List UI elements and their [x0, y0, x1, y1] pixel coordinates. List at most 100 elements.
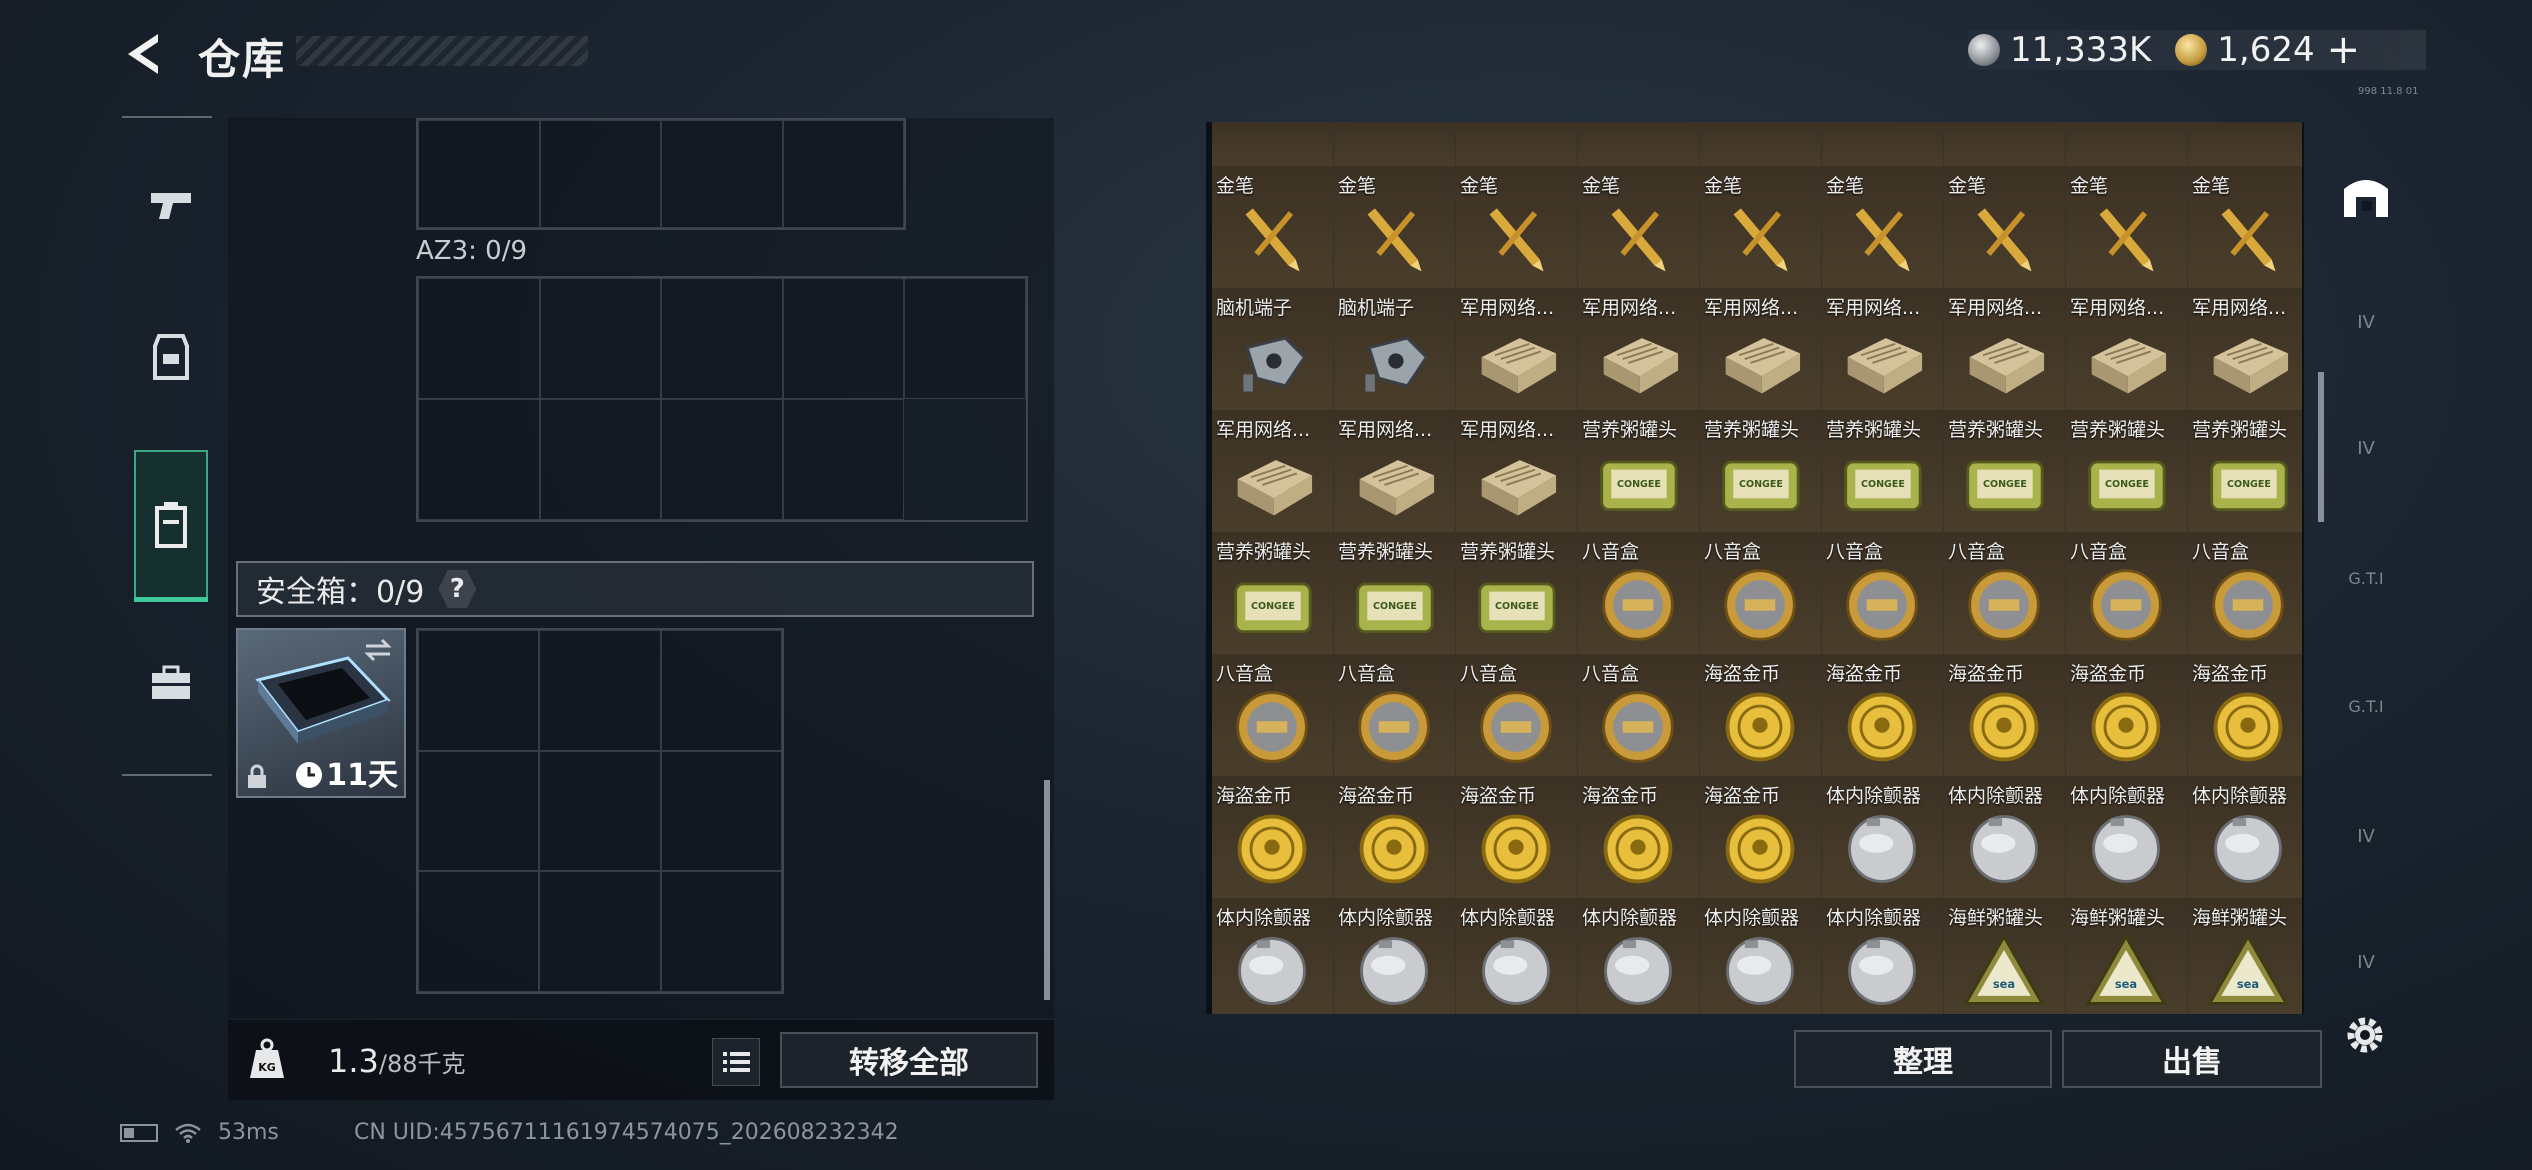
- storage-item[interactable]: 体内除颤器: [1456, 899, 1577, 1014]
- storage-item[interactable]: 金笔: [1212, 167, 1333, 288]
- storage-item[interactable]: 八音盒: [1578, 533, 1699, 654]
- sidebar-tab-armor[interactable]: [134, 282, 208, 432]
- storage-item[interactable]: 营养粥罐头 CONGEE: [1212, 533, 1333, 654]
- left-scrollbar[interactable]: [1044, 780, 1050, 1000]
- storage-item[interactable]: 八音盒: [1700, 533, 1821, 654]
- grid-slot[interactable]: [418, 871, 540, 992]
- storage-item[interactable]: 营养粥罐头 CONGEE: [1578, 411, 1699, 532]
- storage-item[interactable]: 营养粥罐头 CONGEE: [1700, 411, 1821, 532]
- grid-slot[interactable]: [661, 278, 783, 399]
- storage-item-partial[interactable]: [1700, 122, 1821, 166]
- sidebar-tab-backpack[interactable]: [134, 450, 208, 602]
- swap-icon[interactable]: [362, 638, 394, 662]
- storage-item[interactable]: 八音盒: [2066, 533, 2187, 654]
- storage-item[interactable]: 体内除颤器: [1334, 899, 1455, 1014]
- grid-slot[interactable]: [539, 120, 661, 228]
- safe-box-item[interactable]: 11天: [236, 628, 406, 798]
- filter-tab-3[interactable]: G.T.I: [2328, 518, 2404, 638]
- storage-item-partial[interactable]: [1212, 122, 1333, 166]
- storage-item[interactable]: 金笔: [1700, 167, 1821, 288]
- sell-button[interactable]: 出售: [2062, 1030, 2322, 1088]
- filter-tab-4[interactable]: G.T.I: [2328, 646, 2404, 766]
- storage-item[interactable]: 体内除颤器: [1700, 899, 1821, 1014]
- storage-item[interactable]: 海盗金币: [1212, 777, 1333, 898]
- grid-slot[interactable]: [418, 750, 540, 872]
- storage-item[interactable]: 八音盒: [1334, 655, 1455, 776]
- grid-slot[interactable]: [539, 750, 661, 872]
- storage-item[interactable]: 金笔: [1334, 167, 1455, 288]
- storage-item[interactable]: 海鲜粥罐头 sea: [2066, 899, 2187, 1014]
- storage-item[interactable]: 军用网络...: [1944, 289, 2065, 410]
- grid-slot[interactable]: [660, 871, 782, 992]
- storage-item[interactable]: 军用网络...: [1334, 411, 1455, 532]
- storage-item[interactable]: 金笔: [2188, 167, 2302, 288]
- storage-item-partial[interactable]: [2188, 122, 2302, 166]
- storage-item-partial[interactable]: [1334, 122, 1455, 166]
- grid-slot[interactable]: [418, 399, 540, 520]
- storage-item-partial[interactable]: [1456, 122, 1577, 166]
- storage-item[interactable]: 体内除颤器: [1578, 899, 1699, 1014]
- storage-item[interactable]: 八音盒: [1456, 655, 1577, 776]
- storage-item[interactable]: 金笔: [2066, 167, 2187, 288]
- storage-item[interactable]: 军用网络...: [1456, 411, 1577, 532]
- storage-item[interactable]: 营养粥罐头 CONGEE: [1822, 411, 1943, 532]
- filter-all-button[interactable]: [2328, 136, 2404, 256]
- grid-slot[interactable]: [782, 278, 905, 399]
- sidebar-tab-case[interactable]: [134, 608, 208, 758]
- storage-item[interactable]: 海盗金币: [1456, 777, 1577, 898]
- storage-item[interactable]: 军用网络...: [1578, 289, 1699, 410]
- storage-item[interactable]: 海鲜粥罐头 sea: [1944, 899, 2065, 1014]
- back-arrow-icon[interactable]: [118, 28, 170, 80]
- storage-item-partial[interactable]: [1578, 122, 1699, 166]
- storage-item[interactable]: 八音盒: [1212, 655, 1333, 776]
- storage-item[interactable]: 营养粥罐头 CONGEE: [2066, 411, 2187, 532]
- sort-button[interactable]: 整理: [1794, 1030, 2052, 1088]
- filter-tab-2[interactable]: IV: [2328, 388, 2404, 508]
- grid-slot[interactable]: [782, 399, 905, 520]
- grid-slot[interactable]: [661, 120, 783, 228]
- storage-item[interactable]: 军用网络...: [1700, 289, 1821, 410]
- storage-item[interactable]: 海盗金币: [1700, 777, 1821, 898]
- storage-item[interactable]: 军用网络...: [1212, 411, 1333, 532]
- storage-item[interactable]: 海盗金币: [1578, 777, 1699, 898]
- storage-item[interactable]: 军用网络...: [1822, 289, 1943, 410]
- grid-slot[interactable]: [539, 871, 661, 992]
- storage-item[interactable]: 金笔: [1822, 167, 1943, 288]
- storage-item[interactable]: 海盗金币: [2188, 655, 2302, 776]
- gear-icon[interactable]: [2340, 1010, 2390, 1060]
- sidebar-tab-weapons[interactable]: [134, 130, 208, 280]
- grid-slot[interactable]: [660, 750, 782, 872]
- list-view-button[interactable]: [712, 1038, 760, 1086]
- storage-item[interactable]: 体内除颤器: [1822, 899, 1943, 1014]
- filter-tab-1[interactable]: IV: [2328, 262, 2404, 382]
- storage-item-partial[interactable]: [2066, 122, 2187, 166]
- storage-item[interactable]: 八音盒: [1578, 655, 1699, 776]
- storage-item[interactable]: 营养粥罐头 CONGEE: [1456, 533, 1577, 654]
- storage-item[interactable]: 体内除颤器: [1822, 777, 1943, 898]
- grid-slot[interactable]: [418, 120, 540, 228]
- storage-item[interactable]: 体内除颤器: [1212, 899, 1333, 1014]
- storage-item[interactable]: 海盗金币: [1700, 655, 1821, 776]
- grid-slot[interactable]: [418, 278, 540, 399]
- storage-item[interactable]: 金笔: [1944, 167, 2065, 288]
- storage-item[interactable]: 营养粥罐头 CONGEE: [2188, 411, 2302, 532]
- storage-item[interactable]: 营养粥罐头 CONGEE: [1334, 533, 1455, 654]
- storage-item[interactable]: 军用网络...: [2066, 289, 2187, 410]
- grid-slot[interactable]: [418, 630, 540, 751]
- storage-item[interactable]: 体内除颤器: [1944, 777, 2065, 898]
- grid-slot[interactable]: [661, 399, 783, 520]
- storage-item-partial[interactable]: [1822, 122, 1943, 166]
- grid-slot[interactable]: [539, 278, 662, 399]
- filter-tab-5[interactable]: IV: [2328, 776, 2404, 896]
- grid-slot[interactable]: [660, 630, 782, 751]
- storage-item-partial[interactable]: [1944, 122, 2065, 166]
- add-currency-button[interactable]: +: [2327, 27, 2361, 73]
- storage-item[interactable]: 金笔: [1578, 167, 1699, 288]
- storage-item[interactable]: 体内除颤器: [2188, 777, 2302, 898]
- storage-item[interactable]: 体内除颤器: [2066, 777, 2187, 898]
- storage-item[interactable]: 海盗金币: [1944, 655, 2065, 776]
- help-icon[interactable]: ?: [438, 570, 477, 608]
- storage-item[interactable]: 海鲜粥罐头 sea: [2188, 899, 2302, 1014]
- filter-tab-6[interactable]: IV: [2328, 902, 2404, 1022]
- storage-item[interactable]: 八音盒: [1944, 533, 2065, 654]
